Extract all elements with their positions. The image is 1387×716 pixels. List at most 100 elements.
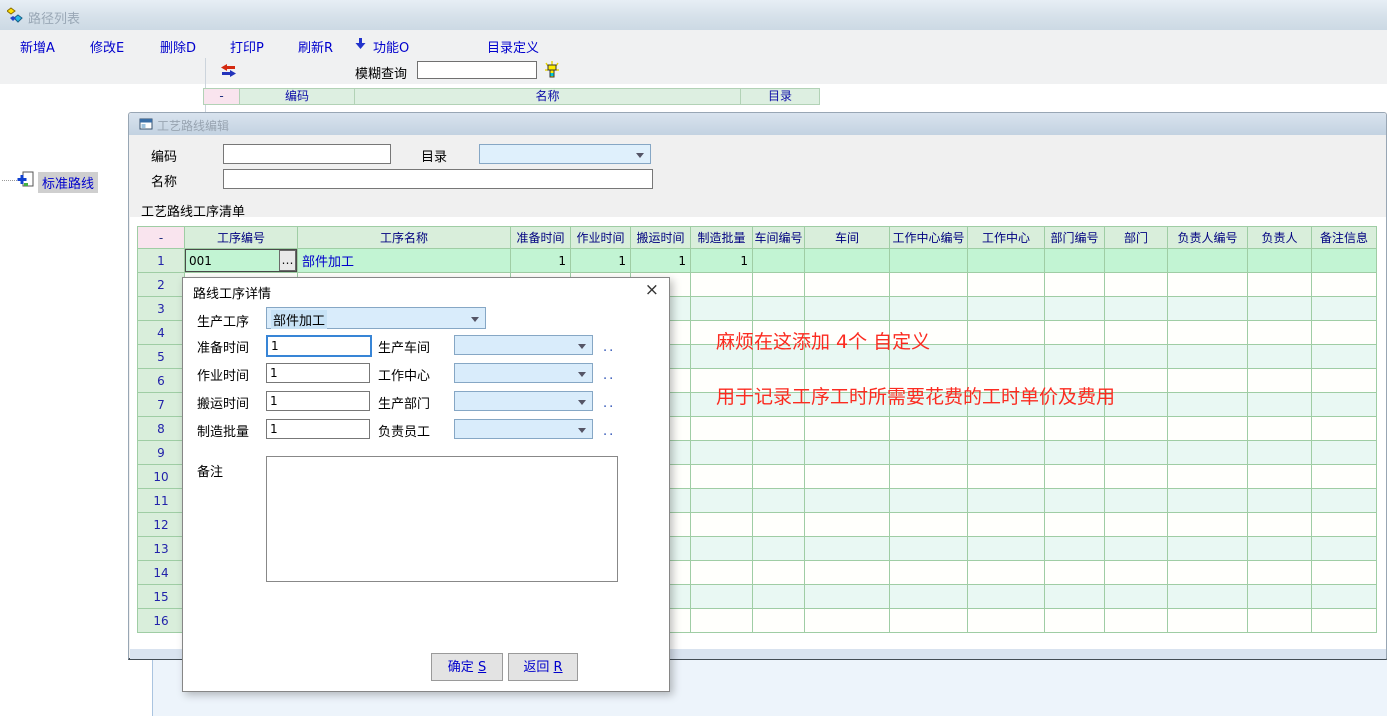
- row-number-cell[interactable]: 12: [138, 513, 185, 537]
- grid-cell[interactable]: [1045, 249, 1105, 273]
- grid-cell[interactable]: [1248, 321, 1312, 345]
- grid-cell[interactable]: [753, 441, 805, 465]
- grid-cell[interactable]: [1168, 297, 1248, 321]
- row-number-cell[interactable]: 10: [138, 465, 185, 489]
- grid-cell[interactable]: [1105, 537, 1168, 561]
- grid-cell[interactable]: [805, 465, 890, 489]
- grid-cell[interactable]: [968, 297, 1045, 321]
- grid-cell[interactable]: [1105, 513, 1168, 537]
- grid-cell[interactable]: [1045, 441, 1105, 465]
- row-number-cell[interactable]: 14: [138, 561, 185, 585]
- code-input[interactable]: [223, 144, 391, 164]
- row-number-cell[interactable]: 16: [138, 609, 185, 633]
- row-number-cell[interactable]: 8: [138, 417, 185, 441]
- grid-cell[interactable]: [1045, 417, 1105, 441]
- list-col-select[interactable]: -: [203, 88, 240, 105]
- row-number-cell[interactable]: 15: [138, 585, 185, 609]
- prep-time-cell[interactable]: 1: [511, 249, 571, 273]
- grid-cell[interactable]: [1312, 345, 1377, 369]
- grid-cell[interactable]: [805, 537, 890, 561]
- grid-cell[interactable]: [753, 417, 805, 441]
- modify-button[interactable]: 修改E: [90, 37, 124, 56]
- fuzzy-search-input[interactable]: [417, 61, 537, 79]
- workshop-combobox[interactable]: [454, 335, 593, 355]
- grid-cell[interactable]: [805, 417, 890, 441]
- grid-cell[interactable]: [1312, 609, 1377, 633]
- grid-cell[interactable]: [753, 273, 805, 297]
- ellipsis-button[interactable]: …: [279, 250, 296, 271]
- department-combobox[interactable]: [454, 391, 593, 411]
- grid-cell[interactable]: [1248, 417, 1312, 441]
- grid-header-cell[interactable]: 备注信息: [1312, 227, 1377, 249]
- grid-cell[interactable]: [805, 297, 890, 321]
- batch-input[interactable]: [266, 419, 370, 439]
- grid-cell[interactable]: [1312, 465, 1377, 489]
- grid-header-cell[interactable]: 搬运时间: [631, 227, 691, 249]
- grid-cell[interactable]: [805, 513, 890, 537]
- grid-cell[interactable]: [1312, 249, 1377, 273]
- grid-cell[interactable]: [691, 561, 753, 585]
- close-icon[interactable]: ×: [645, 280, 659, 300]
- grid-cell[interactable]: [1248, 561, 1312, 585]
- grid-cell[interactable]: [968, 249, 1045, 273]
- list-col-name[interactable]: 名称: [354, 88, 741, 105]
- grid-cell[interactable]: [1168, 489, 1248, 513]
- grid-cell[interactable]: [753, 249, 805, 273]
- grid-cell[interactable]: [753, 609, 805, 633]
- grid-cell[interactable]: [805, 561, 890, 585]
- grid-cell[interactable]: [1168, 249, 1248, 273]
- grid-cell[interactable]: [1168, 585, 1248, 609]
- grid-cell[interactable]: [753, 561, 805, 585]
- name-input[interactable]: [223, 169, 653, 189]
- list-col-code[interactable]: 编码: [239, 88, 355, 105]
- row-number-cell[interactable]: 1: [138, 249, 185, 273]
- grid-cell[interactable]: [1312, 417, 1377, 441]
- grid-cell[interactable]: [805, 249, 890, 273]
- grid-header-cell[interactable]: 车间: [805, 227, 890, 249]
- grid-header-cell[interactable]: 工序名称: [298, 227, 511, 249]
- grid-cell[interactable]: [890, 489, 968, 513]
- grid-cell[interactable]: [890, 561, 968, 585]
- add-button[interactable]: 新增A: [20, 37, 55, 56]
- grid-cell[interactable]: [968, 273, 1045, 297]
- grid-header-cell[interactable]: 制造批量: [691, 227, 753, 249]
- row-number-cell[interactable]: 6: [138, 369, 185, 393]
- grid-cell[interactable]: [1045, 465, 1105, 489]
- grid-cell[interactable]: [691, 273, 753, 297]
- tree-item-standard-route[interactable]: 标准路线: [38, 172, 98, 193]
- grid-cell[interactable]: [1312, 489, 1377, 513]
- swap-arrows-icon[interactable]: [221, 64, 236, 81]
- grid-cell[interactable]: [1168, 537, 1248, 561]
- grid-cell[interactable]: [1248, 393, 1312, 417]
- grid-cell[interactable]: [1105, 345, 1168, 369]
- grid-cell[interactable]: [890, 465, 968, 489]
- grid-cell[interactable]: [1105, 297, 1168, 321]
- employee-browse-dots[interactable]: ..: [603, 424, 615, 439]
- ok-button[interactable]: 确定 S: [431, 653, 503, 681]
- grid-cell[interactable]: [691, 513, 753, 537]
- grid-cell[interactable]: [1248, 297, 1312, 321]
- grid-cell[interactable]: [691, 609, 753, 633]
- grid-cell[interactable]: [1312, 273, 1377, 297]
- grid-cell[interactable]: [1312, 513, 1377, 537]
- row-number-cell[interactable]: 9: [138, 441, 185, 465]
- grid-cell[interactable]: [1248, 441, 1312, 465]
- grid-header-cell[interactable]: -: [138, 227, 185, 249]
- grid-cell[interactable]: [1168, 321, 1248, 345]
- grid-header-cell[interactable]: 负责人编号: [1168, 227, 1248, 249]
- grid-cell[interactable]: [1248, 345, 1312, 369]
- grid-cell[interactable]: [1168, 609, 1248, 633]
- grid-cell[interactable]: [890, 585, 968, 609]
- grid-cell[interactable]: [691, 417, 753, 441]
- grid-cell[interactable]: [1105, 417, 1168, 441]
- grid-cell[interactable]: [968, 465, 1045, 489]
- grid-cell[interactable]: [968, 561, 1045, 585]
- grid-cell[interactable]: [805, 441, 890, 465]
- grid-cell[interactable]: [1105, 321, 1168, 345]
- workcenter-combobox[interactable]: [454, 363, 593, 383]
- row-number-cell[interactable]: 4: [138, 321, 185, 345]
- grid-header-cell[interactable]: 部门: [1105, 227, 1168, 249]
- grid-cell[interactable]: [890, 249, 968, 273]
- grid-cell[interactable]: [1168, 345, 1248, 369]
- grid-cell[interactable]: [968, 513, 1045, 537]
